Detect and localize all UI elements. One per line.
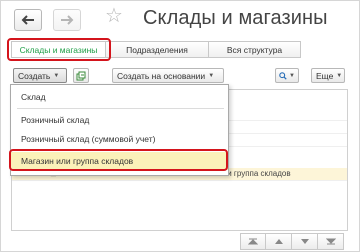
copy-icon <box>76 71 86 80</box>
last-page-icon <box>325 238 336 245</box>
more-label: Еще <box>316 70 334 81</box>
tab-full-structure[interactable]: Вся структура <box>209 41 301 58</box>
chevron-down-icon: ▼ <box>336 72 343 79</box>
more-button[interactable]: Еще ▼ <box>311 68 345 83</box>
create-based-on-button[interactable]: Создать на основании ▼ <box>112 68 224 83</box>
menu-highlight-frame <box>9 149 228 171</box>
page-title: Склады и магазины <box>143 7 328 29</box>
search-icon <box>279 71 287 80</box>
chevron-down-icon: ▼ <box>53 72 60 79</box>
create-based-on-label: Создать на основании <box>117 70 206 81</box>
menu-item-retail-warehouse-summary[interactable]: Розничный склад (суммовой учет) <box>11 130 228 148</box>
prev-page-button[interactable] <box>266 233 292 250</box>
chevron-down-icon: ▼ <box>208 72 215 79</box>
create-label: Создать <box>18 70 51 81</box>
create-button[interactable]: Создать ▼ <box>13 68 67 83</box>
forward-button[interactable] <box>53 9 81 31</box>
last-page-button[interactable] <box>318 233 344 250</box>
star-icon[interactable]: ☆ <box>105 6 123 26</box>
pager <box>240 233 344 250</box>
menu-item-retail-warehouse[interactable]: Розничный склад <box>11 111 228 129</box>
menu-divider <box>17 108 224 109</box>
back-button[interactable] <box>14 9 42 31</box>
arrow-right-icon <box>61 15 74 25</box>
tab-departments[interactable]: Подразделения <box>106 41 209 58</box>
first-page-icon <box>248 238 258 245</box>
tab-highlight-frame <box>7 38 111 61</box>
next-page-button[interactable] <box>292 233 318 250</box>
chevron-down-icon: ▼ <box>289 72 295 79</box>
menu-item-warehouse[interactable]: Склад <box>11 88 228 106</box>
next-page-icon <box>300 239 309 244</box>
copy-button[interactable] <box>73 68 89 83</box>
arrow-left-icon <box>21 15 34 25</box>
search-button[interactable]: ▼ <box>275 68 299 83</box>
prev-page-icon <box>274 239 283 244</box>
first-page-button[interactable] <box>240 233 266 250</box>
window: ☆ Склады и магазины Склады и магазины По… <box>0 0 360 252</box>
